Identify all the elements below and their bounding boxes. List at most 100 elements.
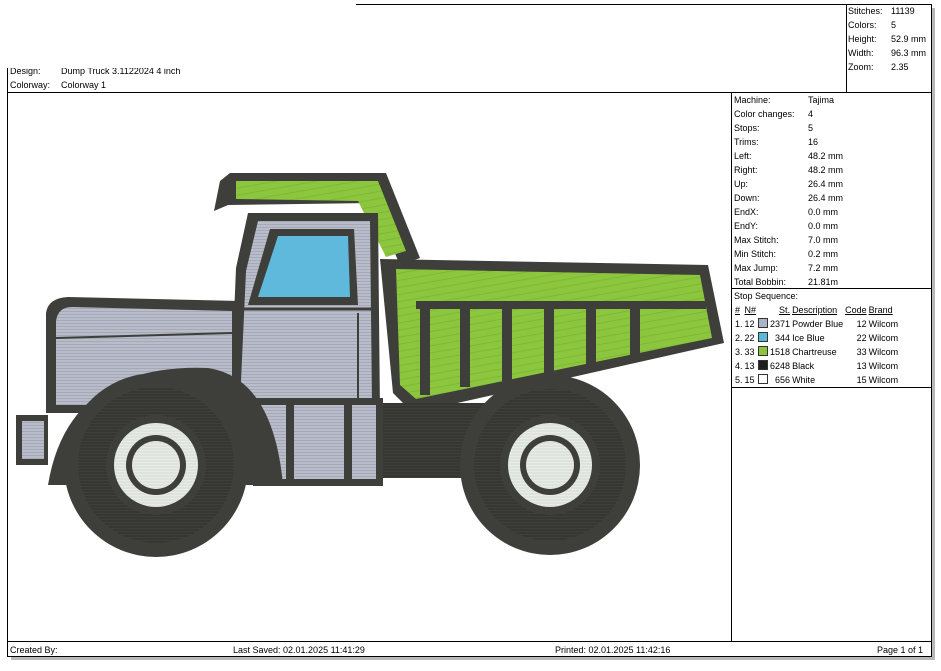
row-code: 22 [856, 333, 867, 343]
endx-value: 0.0 mm [808, 207, 839, 217]
overlay-window [0, 0, 356, 68]
table-row: 3. 33 1518 Chartreuse 33 Wilcom [734, 345, 899, 359]
row-stitches: 656 [775, 375, 791, 385]
row-description: Chartreuse [792, 347, 837, 357]
row-description: Powder Blue [792, 319, 844, 329]
footer-separator [7, 641, 932, 642]
row-brand: Wilcom [868, 347, 899, 357]
page-shadow-bottom [11, 657, 935, 660]
down-label: Down: [734, 193, 760, 203]
col-brand-header: Brand [868, 305, 893, 315]
row-brand: Wilcom [868, 361, 899, 371]
row-swatch [757, 331, 769, 345]
endx-label: EndX: [734, 207, 759, 217]
color-swatch [758, 332, 769, 342]
stop-sequence-title: Stop Sequence: [734, 291, 799, 301]
down-value: 26.4 mm [808, 193, 844, 203]
colorway-label: Colorway: [10, 80, 51, 90]
col-description-header: Description [792, 305, 838, 315]
bumper-fill [22, 421, 44, 459]
color-swatch [758, 318, 769, 328]
rear-wheel [460, 375, 640, 555]
table-row: 4. 13 6248 Black 13 Wilcom [734, 359, 899, 373]
row-description: Ice Blue [792, 333, 825, 343]
left-value: 48.2 mm [808, 151, 844, 161]
row-stitches: 6248 [770, 361, 791, 371]
summary-width-value: 96.3 mm [891, 48, 927, 58]
min-stitch-label: Min Stitch: [734, 249, 777, 259]
summary-colors-label: Colors: [848, 20, 877, 30]
row-swatch [757, 373, 769, 387]
endy-value: 0.0 mm [808, 221, 839, 231]
right-label: Right: [734, 165, 758, 175]
footer-created-by: Created By: [10, 645, 58, 655]
summary-height-value: 52.9 mm [891, 34, 927, 44]
row-code: 33 [856, 347, 867, 357]
col-code-header: Code [845, 305, 867, 315]
stop-sequence-header-row: # N# St. Description Code Brand [734, 303, 899, 317]
row-stitches: 344 [775, 333, 791, 343]
color-swatch [758, 346, 769, 356]
row-n: 22 [744, 333, 755, 343]
row-description: White [792, 375, 816, 385]
stops-label: Stops: [734, 123, 760, 133]
trims-label: Trims: [734, 137, 759, 147]
max-jump-value: 7.2 mm [808, 263, 839, 273]
row-swatch [757, 359, 769, 373]
design-preview [16, 173, 724, 557]
machine-label: Machine: [734, 95, 771, 105]
max-jump-label: Max Jump: [734, 263, 779, 273]
max-stitch-value: 7.0 mm [808, 235, 839, 245]
color-changes-value: 4 [808, 109, 814, 119]
total-bobbin-label: Total Bobbin: [734, 277, 787, 287]
col-n-header: N# [744, 305, 757, 315]
color-swatch [758, 360, 769, 370]
footer-last-saved: Last Saved: 02.01.2025 11:41:29 [233, 645, 365, 655]
summary-zoom-label: Zoom: [848, 62, 874, 72]
row-swatch [757, 345, 769, 359]
row-n: 13 [744, 361, 755, 371]
page-shadow-right [932, 8, 935, 660]
colorway-value: Colorway 1 [61, 80, 107, 90]
stop-sequence-separator [731, 387, 932, 388]
summary-colors-value: 5 [891, 20, 897, 30]
machine-value: Tajima [808, 95, 835, 105]
max-stitch-label: Max Stitch: [734, 235, 779, 245]
footer-page-number: Page 1 of 1 [877, 645, 924, 655]
row-brand: Wilcom [868, 333, 899, 343]
table-row: 1. 12 2371 Powder Blue 12 Wilcom [734, 317, 899, 331]
row-n: 33 [744, 347, 755, 357]
row-code: 13 [856, 361, 867, 371]
endy-label: EndY: [734, 221, 759, 231]
row-code: 12 [856, 319, 867, 329]
col-swatch-header [757, 303, 769, 317]
row-num: 5. [735, 375, 743, 385]
up-value: 26.4 mm [808, 179, 844, 189]
col-st-header: St. [779, 305, 791, 315]
row-code: 15 [856, 375, 867, 385]
row-stitches: 2371 [770, 319, 791, 329]
row-n: 15 [744, 375, 755, 385]
summary-divider [846, 4, 847, 93]
row-brand: Wilcom [868, 319, 899, 329]
row-num: 2. [735, 333, 743, 343]
color-swatch [758, 374, 769, 384]
footer-printed: Printed: 02.01.2025 11:42:16 [555, 645, 671, 655]
stops-value: 5 [808, 123, 814, 133]
up-label: Up: [734, 179, 749, 189]
summary-width-label: Width: [848, 48, 874, 58]
summary-stitches-label: Stitches: [848, 6, 883, 16]
row-num: 1. [735, 319, 743, 329]
row-stitches: 1518 [770, 347, 791, 357]
total-bobbin-value: 21.81m [808, 277, 839, 287]
row-swatch [757, 317, 769, 331]
summary-stitches-value: 11139 [891, 6, 915, 16]
left-label: Left: [734, 151, 752, 161]
row-description: Black [792, 361, 815, 371]
info-panel-divider [731, 92, 732, 642]
stop-sequence-table: # N# St. Description Code Brand 1. 12 23… [734, 303, 899, 387]
right-value: 48.2 mm [808, 165, 844, 175]
row-num: 4. [735, 361, 743, 371]
min-stitch-value: 0.2 mm [808, 249, 839, 259]
row-n: 12 [744, 319, 755, 329]
